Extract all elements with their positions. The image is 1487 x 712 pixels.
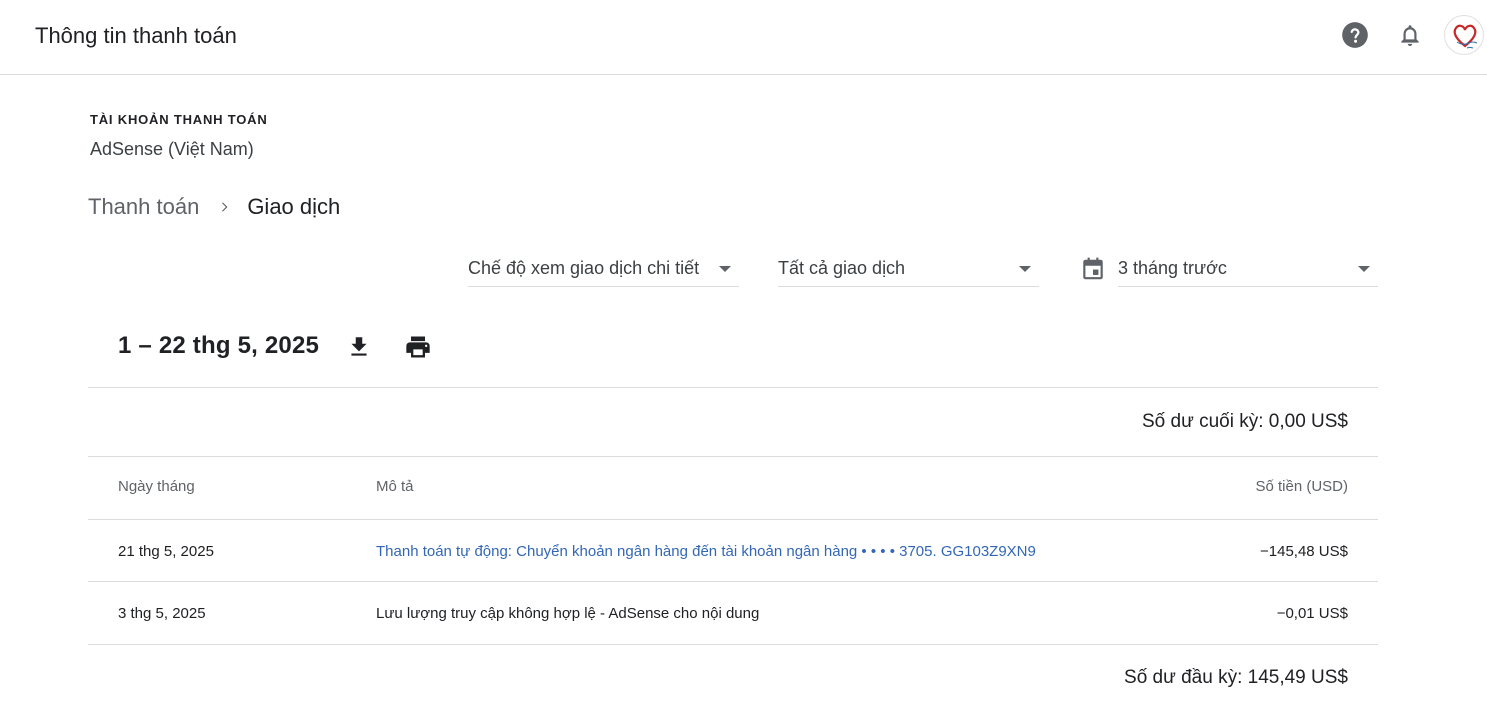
billing-account-name: AdSense (Việt Nam) bbox=[90, 139, 254, 159]
account-avatar[interactable] bbox=[1444, 15, 1484, 55]
column-header-date[interactable]: Ngày tháng bbox=[118, 478, 195, 495]
row-date: 21 thg 5, 2025 bbox=[118, 543, 214, 560]
calendar-icon bbox=[1080, 256, 1106, 282]
help-icon[interactable] bbox=[1340, 20, 1370, 50]
divider bbox=[88, 581, 1378, 582]
dropdown-arrow-icon bbox=[1019, 266, 1031, 272]
date-range-selected: 3 tháng trước bbox=[1118, 258, 1227, 278]
view-mode-dropdown[interactable]: Chế độ xem giao dịch chi tiết bbox=[468, 250, 739, 287]
row-description: Lưu lượng truy cập không hợp lệ - AdSens… bbox=[376, 605, 760, 622]
dropdown-arrow-icon bbox=[719, 266, 731, 272]
breadcrumb-payments-link[interactable]: Thanh toán bbox=[88, 194, 199, 220]
date-range-dropdown[interactable]: 3 tháng trước bbox=[1118, 250, 1378, 287]
divider bbox=[88, 519, 1378, 520]
print-icon[interactable] bbox=[404, 333, 432, 361]
column-header-amount: Số tiền (USD) bbox=[1255, 478, 1348, 495]
row-date: 3 thg 5, 2025 bbox=[118, 605, 206, 622]
dropdown-arrow-icon bbox=[1358, 266, 1370, 272]
statement-period: 1 – 22 thg 5, 2025 bbox=[118, 332, 320, 359]
transaction-type-selected: Tất cả giao dịch bbox=[778, 258, 906, 278]
chevron-right-icon bbox=[217, 200, 231, 214]
divider bbox=[88, 387, 1378, 388]
column-header-description: Mô tả bbox=[376, 478, 414, 495]
notifications-bell-icon[interactable] bbox=[1395, 20, 1425, 50]
ending-balance: Số dư cuối kỳ: 0,00 US$ bbox=[1142, 411, 1348, 432]
billing-account-label: TÀI KHOẢN THANH TOÁN bbox=[90, 112, 268, 127]
row-description-link[interactable]: Thanh toán tự động: Chuyển khoản ngân hà… bbox=[376, 543, 1036, 560]
breadcrumb: Thanh toán Giao dịch bbox=[88, 192, 340, 222]
row-amount: −0,01 US$ bbox=[1276, 605, 1348, 622]
divider bbox=[88, 456, 1378, 457]
view-mode-selected: Chế độ xem giao dịch chi tiết bbox=[468, 258, 700, 278]
transaction-type-dropdown[interactable]: Tất cả giao dịch bbox=[778, 250, 1039, 287]
breadcrumb-current: Giao dịch bbox=[247, 194, 341, 219]
top-bar: Thông tin thanh toán bbox=[0, 0, 1487, 75]
page-title: Thông tin thanh toán bbox=[35, 23, 237, 48]
row-amount: −145,48 US$ bbox=[1260, 543, 1348, 560]
starting-balance: Số dư đầu kỳ: 145,49 US$ bbox=[1124, 667, 1348, 688]
divider bbox=[88, 644, 1378, 645]
download-icon[interactable] bbox=[345, 333, 373, 361]
